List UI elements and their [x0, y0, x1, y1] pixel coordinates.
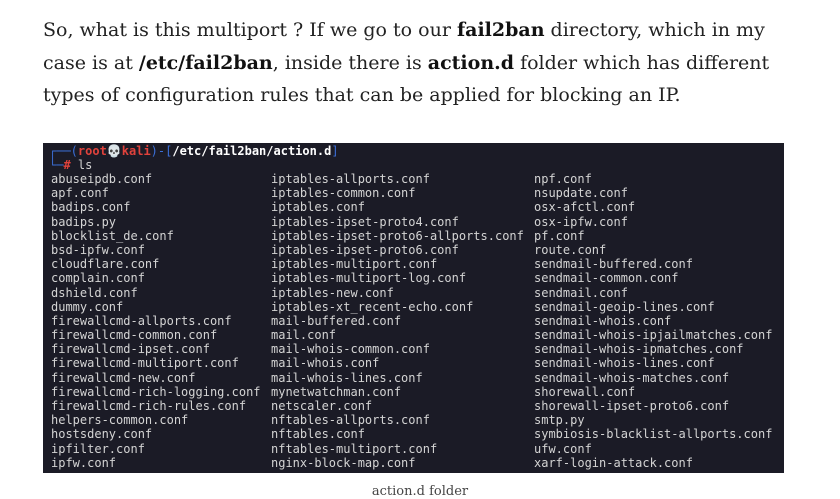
file-entry: sendmail-whois-ipjailmatches.conf	[534, 328, 773, 343]
file-entry: sendmail-geoip-lines.conf	[534, 299, 715, 314]
file-entry: complain.conf	[51, 271, 145, 286]
prompt-frame: ]	[331, 144, 339, 158]
file-entry: nftables-allports.conf	[271, 413, 430, 428]
prompt-frame: └─	[49, 158, 64, 173]
file-entry: iptables.conf	[271, 200, 365, 215]
file-entry: badips.conf	[51, 200, 131, 215]
prompt-command: ls	[70, 158, 93, 173]
file-entry: sendmail.conf	[534, 285, 628, 300]
file-entry: blocklist_de.conf	[51, 228, 174, 243]
file-entry: mynetwatchman.conf	[271, 384, 402, 399]
file-entry: hostsdeny.conf	[51, 427, 153, 442]
file-entry: iptables-common.conf	[271, 186, 416, 201]
file-entry: ipfw.conf	[51, 455, 117, 470]
prompt-frame: )-[	[150, 144, 173, 158]
file-entry: bsd-ipfw.conf	[51, 242, 145, 257]
file-entry: mail.conf	[271, 328, 337, 343]
file-entry: dshield.conf	[51, 285, 138, 300]
file-entry: nftables.conf	[271, 427, 365, 442]
file-entry: osx-afctl.conf	[534, 200, 636, 215]
paragraph-text: So, what is this multiport ? If we go to…	[43, 19, 457, 41]
file-entry: ipfilter.conf	[51, 441, 145, 456]
file-entry: osx-ipfw.conf	[534, 214, 628, 229]
file-column-3: npf.conf nsupdate.conf osx-afctl.conf osx-i…	[534, 172, 772, 470]
file-entry: route.conf	[534, 242, 607, 257]
file-entry: xarf-login-attack.conf	[534, 455, 693, 470]
bold-fail2ban: fail2ban	[456, 19, 545, 41]
file-entry: dummy.conf	[51, 299, 124, 314]
prompt-host: kali	[121, 144, 151, 158]
file-entry: cloudflare.conf	[51, 257, 160, 272]
file-entry: sendmail-whois-matches.conf	[534, 370, 730, 385]
file-entry: firewallcmd-multiport.conf	[51, 356, 239, 371]
terminal-screenshot: ┌──(root💀kali)-[/etc/fail2ban/action.d] …	[43, 143, 784, 473]
file-entry: npf.conf	[534, 172, 592, 186]
file-entry: mail-buffered.conf	[271, 313, 402, 328]
file-column-1: abuseipdb.conf apf.conf badips.conf badips.…	[51, 172, 261, 470]
file-entry: sendmail-whois-ipmatches.conf	[534, 342, 744, 357]
file-entry: iptables-xt_recent-echo.conf	[271, 299, 474, 314]
bold-action-d: action.d	[427, 51, 515, 74]
file-entry: ufw.conf	[534, 441, 592, 456]
file-entry: iptables-ipset-proto6.conf	[271, 242, 459, 257]
file-entry: helpers-common.conf	[51, 413, 189, 428]
image-caption: action.d folder	[371, 484, 469, 499]
article-paragraph: So, what is this multiport ? If we go to…	[43, 14, 803, 112]
file-entry: iptables-multiport.conf	[271, 257, 438, 272]
bold-path: /etc/fail2ban	[138, 51, 273, 74]
file-entry: nginx-block-map.conf	[271, 455, 416, 470]
skull-icon: 💀	[106, 144, 122, 158]
file-entry: sendmail-common.conf	[534, 271, 679, 286]
prompt-user: root	[77, 144, 107, 158]
prompt-path: /etc/fail2ban/action.d	[172, 144, 332, 158]
file-entry: sendmail-whois-lines.conf	[534, 356, 715, 371]
file-entry: nsupdate.conf	[534, 186, 628, 201]
file-entry: firewallcmd-common.conf	[51, 328, 218, 343]
file-entry: firewallcmd-rich-rules.conf	[51, 399, 247, 413]
file-entry: iptables-ipset-proto4.conf	[271, 214, 459, 229]
prompt-frame: ┌──(	[49, 144, 78, 158]
file-entry: sendmail-whois.conf	[534, 313, 672, 328]
file-entry: sendmail-buffered.conf	[534, 257, 693, 272]
file-entry: symbiosis-blacklist-allports.conf	[534, 427, 773, 442]
file-entry: firewallcmd-allports.conf	[51, 313, 232, 328]
file-entry: firewallcmd-rich-logging.conf	[51, 384, 261, 399]
file-entry: firewallcmd-ipset.conf	[51, 342, 210, 357]
file-entry: mail-whois-common.conf	[271, 342, 430, 357]
file-entry: mail-whois.conf	[271, 356, 380, 371]
file-entry: mail-whois-lines.conf	[271, 370, 423, 385]
file-entry: netscaler.conf	[271, 399, 373, 413]
prompt-hash: #	[63, 158, 71, 173]
file-entry: shorewall.conf	[534, 384, 636, 399]
file-entry: pf.conf	[534, 228, 585, 243]
file-entry: firewallcmd-new.conf	[51, 370, 196, 385]
terminal-prompt: ┌──(root💀kali)-[/etc/fail2ban/action.d] …	[49, 144, 339, 172]
file-entry: iptables-new.conf	[271, 285, 394, 300]
file-entry: iptables-multiport-log.conf	[271, 271, 467, 286]
file-entry: iptables-ipset-proto6-allports.conf	[271, 228, 524, 243]
file-entry: smtp.py	[534, 413, 585, 428]
file-entry: apf.conf	[51, 186, 109, 201]
paragraph-text: , inside there is	[272, 51, 428, 74]
file-entry: abuseipdb.conf	[51, 172, 153, 186]
file-entry: nftables-multiport.conf	[271, 441, 438, 456]
file-entry: badips.py	[51, 214, 117, 229]
file-entry: shorewall-ipset-proto6.conf	[534, 399, 730, 413]
file-entry: iptables-allports.conf	[271, 172, 430, 186]
file-column-2: iptables-allports.conf iptables-common.co…	[271, 172, 524, 470]
